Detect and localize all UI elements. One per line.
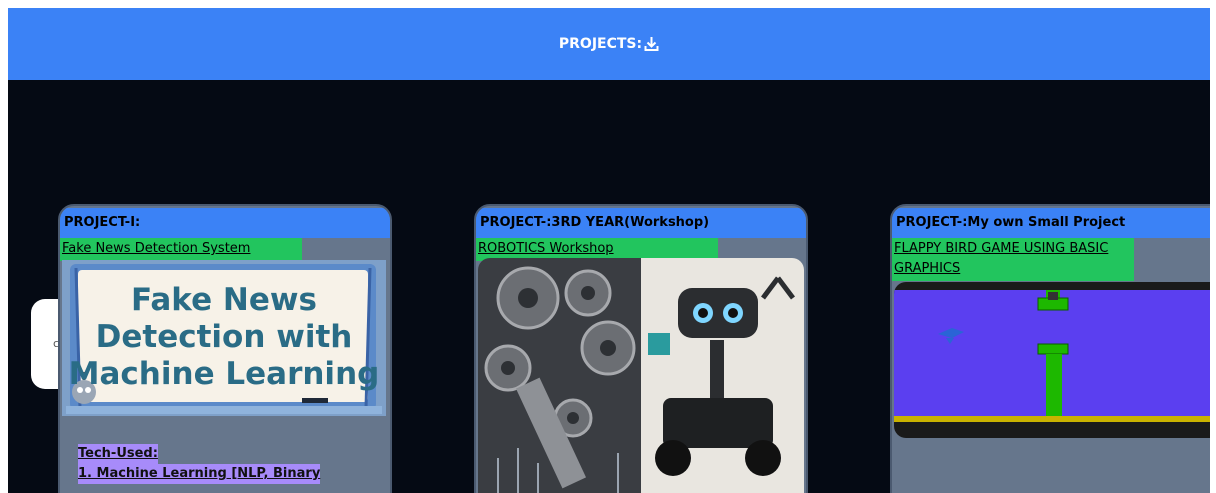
projects-header: PROJECTS:	[8, 8, 1210, 80]
project-card-2: PROJECT-:3RD YEAR(Workshop) ROBOTICS Wor…	[474, 204, 808, 493]
project-1-title: PROJECT-I:	[60, 208, 390, 238]
project-2-image	[478, 258, 804, 493]
project-1-tech-item: 1. Machine Learning [NLP, Binary	[78, 464, 321, 484]
project-3-image	[894, 282, 1210, 438]
project-3-link[interactable]: FLAPPY BIRD GAME USING BASIC GRAPHICS	[892, 238, 1134, 281]
project-1-image: Fake News Detection with Machine Learnin…	[62, 260, 386, 416]
project-1-tech: Tech-Used: 1. Machine Learning [NLP, Bin…	[78, 444, 321, 484]
project-3-title: PROJECT-:My own Small Project	[892, 208, 1210, 238]
project-card-3: PROJECT-:My own Small Project FLAPPY BIR…	[890, 204, 1210, 493]
project-1-image-text: Fake News Detection with Machine Learnin…	[68, 282, 380, 392]
projects-heading-label: PROJECTS:	[558, 36, 643, 52]
download-icon[interactable]	[644, 36, 659, 52]
projects-heading: PROJECTS:	[559, 36, 659, 52]
project-1-tech-label: Tech-Used:	[78, 444, 158, 464]
projects-section: c PROJECT-I: Fake News Detection System …	[8, 80, 1210, 493]
project-2-title: PROJECT-:3RD YEAR(Workshop)	[476, 208, 806, 238]
project-1-link[interactable]: Fake News Detection System	[60, 238, 302, 261]
project-card-1: PROJECT-I: Fake News Detection System Fa…	[58, 204, 392, 493]
